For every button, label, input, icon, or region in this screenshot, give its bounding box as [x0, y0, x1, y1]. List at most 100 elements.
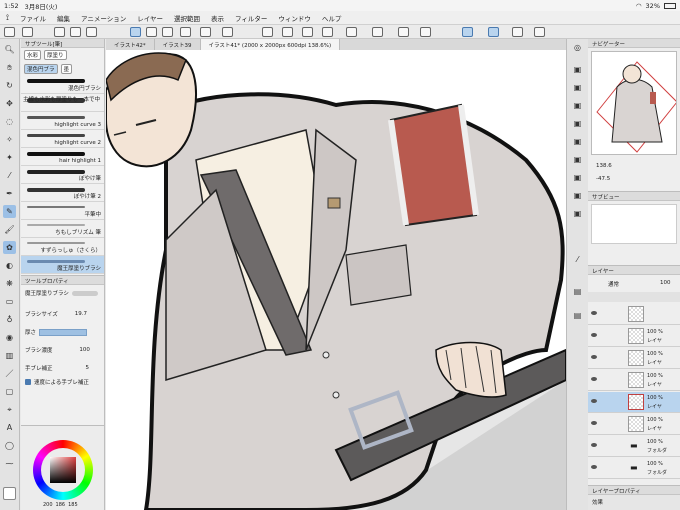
zoom-value[interactable]: 138.6 [596, 163, 612, 169]
airbrush-icon[interactable]: ◐ [3, 259, 16, 272]
layer-side-icon-2[interactable]: ▤ [571, 309, 584, 322]
angle-value[interactable]: -47.5 [596, 176, 610, 182]
clear-outside-icon[interactable] [322, 27, 333, 37]
balloon-icon[interactable]: ◯ [3, 439, 16, 452]
rotate-icon[interactable]: ↻ [3, 79, 16, 92]
brush-icon[interactable]: 🖌︎ [3, 223, 16, 236]
layer-row[interactable]: 100 % レイヤ [588, 348, 680, 369]
layer-row[interactable]: 100 % レイヤ [588, 414, 680, 435]
menu-file[interactable]: ファイル [20, 13, 46, 23]
brush-item[interactable]: 主線も水彩も厚塗りも一本で中 [21, 94, 104, 112]
grid-icon-2[interactable] [70, 27, 81, 37]
edit-icon[interactable] [534, 27, 545, 37]
thickness-slider[interactable] [39, 328, 88, 336]
menu-edit[interactable]: 編集 [57, 13, 70, 23]
brush-item[interactable]: hair highlight 1 [21, 148, 104, 166]
layer-row[interactable] [588, 304, 680, 325]
eraser-icon[interactable]: ▭ [3, 295, 16, 308]
brush-item[interactable]: highlight curve 3 [21, 112, 104, 130]
speed-checkbox[interactable] [25, 379, 31, 385]
decoration-icon[interactable]: ❋ [3, 277, 16, 290]
menu-toggle-icon[interactable] [4, 27, 15, 37]
menu-window[interactable]: ウィンドウ [278, 13, 311, 23]
eye-icon[interactable] [591, 333, 597, 337]
panel-icon-8[interactable]: ▣ [571, 207, 584, 220]
opacity-value[interactable]: 100 [660, 280, 671, 286]
eyedropper-side-icon[interactable]: ⁄ [571, 253, 584, 266]
new-file-icon[interactable] [130, 27, 141, 37]
subtool-tab-ink[interactable]: 墨 [60, 64, 73, 74]
sparkle-icon[interactable]: ✦ [3, 151, 16, 164]
layer-row-selected[interactable]: 100 % レイヤ [588, 392, 680, 413]
eye-icon[interactable] [591, 355, 597, 359]
save-icon[interactable] [180, 27, 191, 37]
density-value[interactable]: 100 [79, 347, 90, 353]
panel-icon[interactable]: ▣ [571, 81, 584, 94]
folder-icon[interactable] [200, 27, 211, 37]
layer-row[interactable]: 100 % レイヤ [588, 326, 680, 347]
redo-icon[interactable] [282, 27, 293, 37]
eye-icon[interactable] [591, 443, 597, 447]
grid-snap-icon[interactable] [512, 27, 523, 37]
menu-toggle-icon-2[interactable] [22, 27, 33, 37]
brush-item[interactable]: 平筆中 [21, 202, 104, 220]
brush-item[interactable]: 混色円ブラシ [21, 76, 104, 94]
doc-tab[interactable]: イラスト39 [155, 39, 201, 50]
special-ruler-snap-icon[interactable] [488, 27, 499, 37]
saturation-square[interactable] [50, 457, 76, 483]
main-color-swatch[interactable] [3, 487, 16, 500]
subtool-tab-mix[interactable]: 混色円ブラ [24, 64, 58, 74]
correction-icon[interactable]: ⁓ [3, 457, 16, 470]
doc-tab[interactable]: イラスト42* [106, 39, 155, 50]
zoom-icon[interactable]: 🔍︎ [3, 43, 16, 56]
blend-mode-select[interactable]: 通常 [608, 280, 619, 288]
paint-brush-icon[interactable]: ✿ [3, 241, 16, 254]
eyedropper-icon[interactable]: ⁄ [3, 169, 16, 182]
selection-wand-icon[interactable]: ✧ [3, 133, 16, 146]
clear-icon[interactable] [302, 27, 313, 37]
menu-layer[interactable]: レイヤー [137, 13, 163, 23]
menu-filter[interactable]: フィルター [235, 13, 267, 23]
eye-icon[interactable] [591, 377, 597, 381]
eye-icon[interactable] [591, 311, 597, 315]
text-icon[interactable]: A [3, 421, 16, 434]
brush-item-selected[interactable]: 魔王厚塗りブラシ [21, 256, 104, 274]
deselect-icon[interactable] [398, 27, 409, 37]
fill-icon[interactable] [346, 27, 357, 37]
panel-icon-5[interactable]: ▣ [571, 153, 584, 166]
gradient-icon[interactable]: ▥ [3, 349, 16, 362]
brush-item[interactable]: highlight curve 2 [21, 130, 104, 148]
brush-item[interactable]: ちもしブリズム 筆 [21, 220, 104, 238]
eye-icon[interactable] [591, 399, 597, 403]
hand-icon[interactable]: ✋︎ [3, 61, 16, 74]
menu-animation[interactable]: アニメーション [81, 13, 126, 23]
frame-icon[interactable]: ▢ [3, 385, 16, 398]
grid-icon[interactable] [54, 27, 65, 37]
menu-help[interactable]: ヘルプ [322, 13, 342, 23]
brush-item[interactable]: ぼやけ筆 2 [21, 184, 104, 202]
layer-folder[interactable]: ▬ 100 % フォルダ [588, 458, 680, 479]
cloud-icon[interactable] [222, 27, 233, 37]
subtool-tab-thick[interactable]: 厚塗り [44, 50, 67, 60]
stabilize-value[interactable]: 5 [86, 365, 90, 371]
transform-icon[interactable] [372, 27, 383, 37]
search-icon[interactable]: ◎ [571, 41, 584, 54]
navigator-icon[interactable]: ▣ [571, 63, 584, 76]
layer-row[interactable]: 100 % レイヤ [588, 370, 680, 391]
panel-icon-4[interactable]: ▣ [571, 135, 584, 148]
subtool-tab-watercolor[interactable]: 水彩 [24, 50, 42, 60]
doc-tab-active[interactable]: イラスト41* (2000 x 2000px 600dpi 138.6%) [200, 39, 341, 50]
brush-item[interactable]: ぼやけ筆 [21, 166, 104, 184]
panel-icon-6[interactable]: ▣ [571, 171, 584, 184]
camera-icon[interactable] [162, 27, 173, 37]
ruler-snap-icon[interactable] [462, 27, 473, 37]
panel-icon-7[interactable]: ▣ [571, 189, 584, 202]
brush-item[interactable]: すずらっしゅ（さくら） [21, 238, 104, 256]
move-icon[interactable]: ✥ [3, 97, 16, 110]
layer-side-icon[interactable]: ▤ [571, 285, 584, 298]
selection-icon[interactable] [420, 27, 431, 37]
pen-icon[interactable]: ✒︎ [3, 187, 16, 200]
grid-icon-3[interactable] [86, 27, 97, 37]
lasso-icon[interactable]: ◌ [3, 115, 16, 128]
app-icon[interactable]: ⟟ [6, 13, 9, 23]
